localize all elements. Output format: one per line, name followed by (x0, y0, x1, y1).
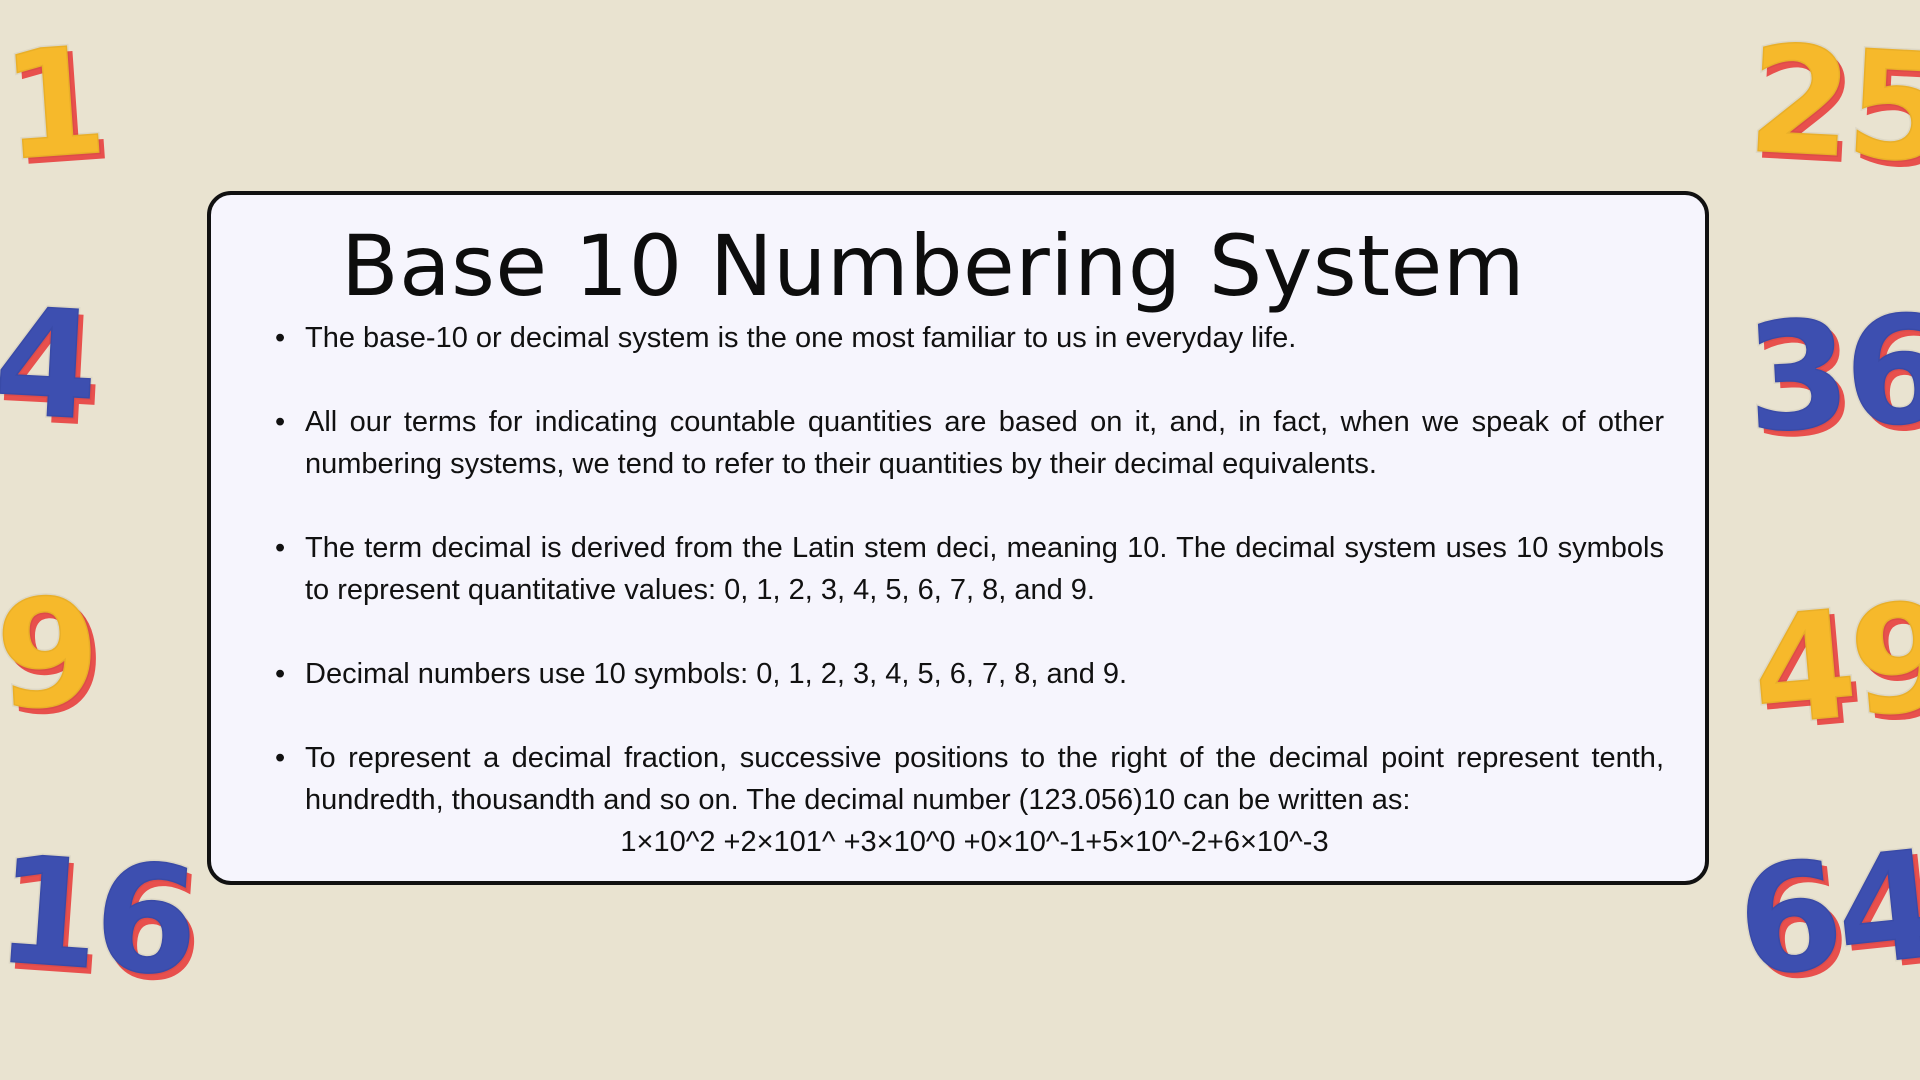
decorative-number-4: 4 (0, 274, 98, 456)
bullet-dot-icon: • (275, 532, 286, 564)
expansion-formula: 1×10^2 +2×101^ +3×10^0 +0×10^-1+5×10^-2+… (620, 826, 1329, 858)
bullet-item: • The base-10 or decimal system is the o… (275, 317, 1664, 359)
decorative-number-25: 25 (1742, 11, 1920, 198)
bullet-dot-icon: • (275, 658, 286, 690)
decorative-number-9: 9 (0, 564, 100, 746)
decorative-number-1: 1 (0, 13, 108, 196)
bullet-dot-icon: • (275, 406, 286, 438)
bullet-text: The term decimal is derived from the Lat… (305, 532, 1664, 606)
bullet-item: • The term decimal is derived from the L… (275, 527, 1664, 611)
bullet-list: • The base-10 or decimal system is the o… (275, 317, 1664, 863)
bullet-text: Decimal numbers use 10 symbols: 0, 1, 2,… (305, 658, 1128, 690)
decorative-number-36: 36 (1740, 281, 1920, 468)
bullet-text: To represent a decimal fraction, success… (305, 742, 1664, 816)
bullet-text: The base-10 or decimal system is the one… (305, 322, 1297, 354)
bullet-dot-icon: • (275, 742, 286, 774)
bullet-text: All our terms for indicating countable q… (305, 406, 1664, 480)
bullet-item: • All our terms for indicating countable… (275, 401, 1664, 485)
decorative-number-16: 16 (0, 822, 200, 1012)
bullet-dot-icon: • (275, 322, 286, 354)
decorative-number-64: 64 (1728, 817, 1920, 1014)
decorative-number-49: 49 (1743, 568, 1920, 761)
bullet-item: • Decimal numbers use 10 symbols: 0, 1, … (275, 653, 1664, 695)
slide-title: Base 10 Numbering System (341, 217, 1526, 315)
bullet-item: • To represent a decimal fraction, succe… (275, 737, 1664, 863)
content-card: Base 10 Numbering System • The base-10 o… (207, 191, 1709, 885)
